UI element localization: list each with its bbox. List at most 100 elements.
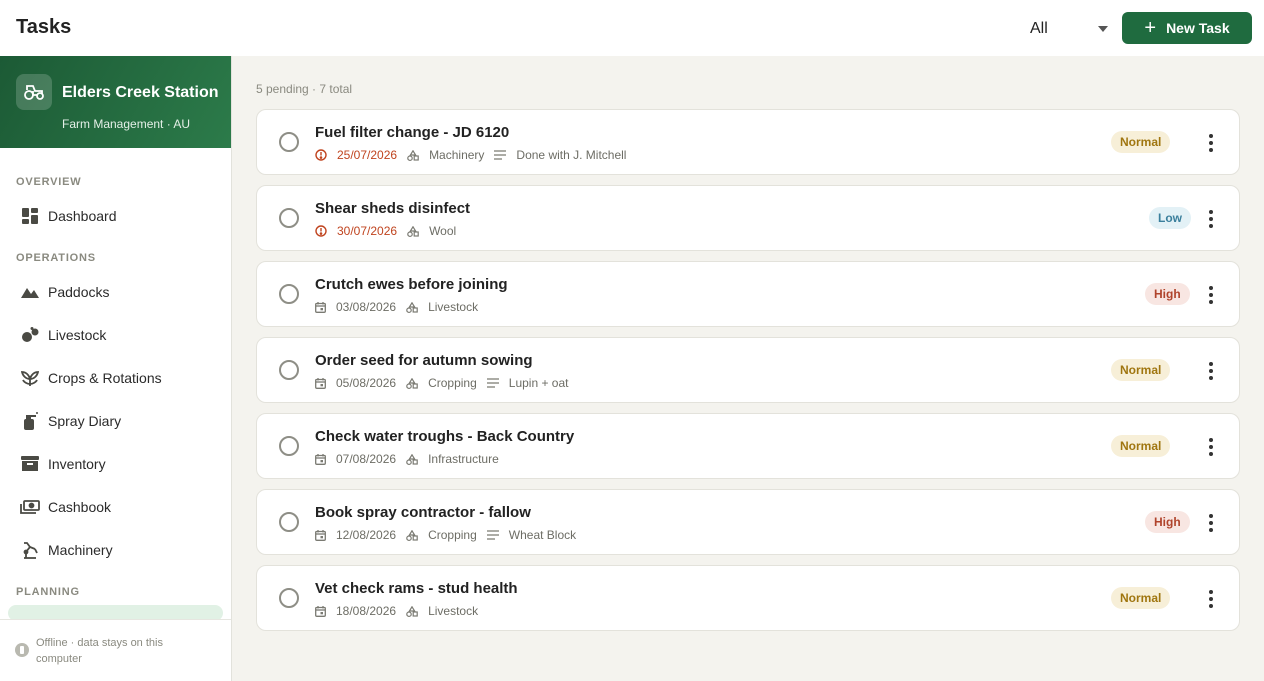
task-title: Shear sheds disinfect (315, 200, 471, 217)
more-options-icon[interactable] (1201, 512, 1221, 534)
notes-icon (486, 378, 504, 388)
task-category: Machinery (407, 148, 484, 162)
new-task-button[interactable]: + New Task (1122, 12, 1252, 44)
task-category: Wool (407, 224, 456, 238)
mountain-icon (20, 282, 40, 302)
priority-badge: High (1145, 511, 1190, 533)
task-category: Livestock (406, 604, 478, 618)
task-summary: 5 pending · 7 total (256, 82, 353, 96)
sidebar-item-dashboard[interactable]: Dashboard (8, 198, 223, 234)
sidebar-item-label: Dashboard (48, 208, 117, 224)
crop-icon (20, 368, 40, 388)
offline-status-text: Offline · data stays on this computer (36, 637, 163, 665)
cash-icon (20, 497, 40, 517)
category-icon (407, 225, 424, 237)
sidebar-item-cashbook[interactable]: Cashbook (8, 489, 223, 525)
task-meta: 12/08/2026 Cropping Wheat Block (315, 528, 586, 542)
task-row[interactable]: Vet check rams - stud health 18/08/2026 Li… (256, 565, 1240, 631)
task-meta: 18/08/2026 Livestock (315, 604, 488, 618)
more-options-icon[interactable] (1201, 436, 1221, 458)
task-title: Crutch ewes before joining (315, 276, 508, 293)
chevron-down-icon (1098, 26, 1108, 32)
overdue-clock-icon (315, 149, 332, 161)
notes-icon (486, 530, 504, 540)
plus-icon: + (1144, 17, 1157, 39)
task-due-date: 30/07/2026 (315, 224, 397, 238)
priority-badge: Low (1149, 207, 1191, 229)
task-due-date: 05/08/2026 (315, 376, 396, 390)
more-options-icon[interactable] (1201, 588, 1221, 610)
task-note: Wheat Block (486, 528, 576, 542)
overdue-clock-icon (315, 225, 332, 237)
more-options-icon[interactable] (1201, 284, 1221, 306)
more-options-icon[interactable] (1201, 360, 1221, 382)
task-due-date: 03/08/2026 (315, 300, 396, 314)
task-note: Done with J. Mitchell (494, 148, 626, 162)
filter-value: All (1030, 20, 1048, 37)
task-row[interactable]: Shear sheds disinfect 30/07/2026 Wool Low (256, 185, 1240, 251)
sidebar-item-label: Spray Diary (48, 413, 122, 429)
sidebar-item-label: Crops & Rotations (48, 370, 162, 386)
priority-badge: Normal (1111, 435, 1171, 457)
category-icon (406, 377, 423, 389)
task-row[interactable]: Order seed for autumn sowing 05/08/2026 Cr… (256, 337, 1240, 403)
task-complete-checkbox[interactable] (279, 588, 299, 608)
section-operations: OPERATIONS (16, 252, 96, 264)
sidebar-item-crops[interactable]: Crops & Rotations (8, 360, 223, 396)
section-overview: OVERVIEW (16, 176, 82, 188)
task-meta: 05/08/2026 Cropping Lupin + oat (315, 376, 578, 390)
task-complete-checkbox[interactable] (279, 436, 299, 456)
dashboard-icon (20, 206, 40, 226)
task-row[interactable]: Book spray contractor - fallow 12/08/2026… (256, 489, 1240, 555)
task-row[interactable]: Crutch ewes before joining 03/08/2026 Live… (256, 261, 1240, 327)
task-category: Livestock (406, 300, 478, 314)
category-icon (406, 301, 423, 313)
tractor-icon (16, 74, 52, 110)
machinery-icon (20, 540, 40, 560)
more-options-icon[interactable] (1201, 208, 1221, 230)
sidebar-item-label: Machinery (48, 542, 113, 558)
task-row[interactable]: Check water troughs - Back Country 07/08/… (256, 413, 1240, 479)
task-category: Infrastructure (406, 452, 499, 466)
task-due-date: 07/08/2026 (315, 452, 396, 466)
offline-status-icon (15, 643, 29, 657)
task-title: Order seed for autumn sowing (315, 352, 533, 369)
farm-name: Elders Creek Station (62, 84, 219, 101)
task-complete-checkbox[interactable] (279, 512, 299, 532)
farm-subtitle: Farm Management · AU (62, 117, 191, 131)
livestock-icon (20, 325, 40, 345)
sidebar-item-spray-diary[interactable]: Spray Diary (8, 403, 223, 439)
sidebar-item-label: Cashbook (48, 499, 112, 515)
category-icon (407, 149, 424, 161)
filter-select[interactable]: All (1018, 13, 1114, 45)
farm-header[interactable]: Elders Creek Station Farm Management · A… (0, 56, 231, 148)
calendar-icon (315, 377, 331, 389)
top-bar: Tasks All + New Task (0, 0, 1264, 56)
task-title: Vet check rams - stud health (315, 580, 518, 597)
task-row[interactable]: Fuel filter change - JD 6120 25/07/2026 Ma… (256, 109, 1240, 175)
task-complete-checkbox[interactable] (279, 132, 299, 152)
sidebar-item-paddocks[interactable]: Paddocks (8, 274, 223, 310)
sidebar-item-machinery[interactable]: Machinery (8, 532, 223, 568)
task-title: Fuel filter change - JD 6120 (315, 124, 510, 141)
new-task-label: New Task (1166, 20, 1230, 36)
task-meta: 25/07/2026 Machinery Done with J. Mitchell (315, 148, 636, 162)
sidebar: Elders Creek Station Farm Management · A… (0, 56, 232, 681)
calendar-icon (315, 529, 331, 541)
task-meta: 30/07/2026 Wool (315, 224, 466, 238)
sidebar-item-livestock[interactable]: Livestock (8, 317, 223, 353)
category-icon (406, 453, 423, 465)
priority-badge: Normal (1111, 131, 1171, 153)
sidebar-item-label: Paddocks (48, 284, 110, 300)
sidebar-item-label: Inventory (48, 456, 106, 472)
task-title: Book spray contractor - fallow (315, 504, 531, 521)
task-complete-checkbox[interactable] (279, 208, 299, 228)
priority-badge: High (1145, 283, 1190, 305)
sidebar-item-inventory[interactable]: Inventory (8, 446, 223, 482)
task-complete-checkbox[interactable] (279, 284, 299, 304)
task-complete-checkbox[interactable] (279, 360, 299, 380)
task-meta: 07/08/2026 Infrastructure (315, 452, 509, 466)
more-options-icon[interactable] (1201, 132, 1221, 154)
sidebar-item-label: Livestock (48, 327, 107, 343)
calendar-icon (315, 453, 331, 465)
